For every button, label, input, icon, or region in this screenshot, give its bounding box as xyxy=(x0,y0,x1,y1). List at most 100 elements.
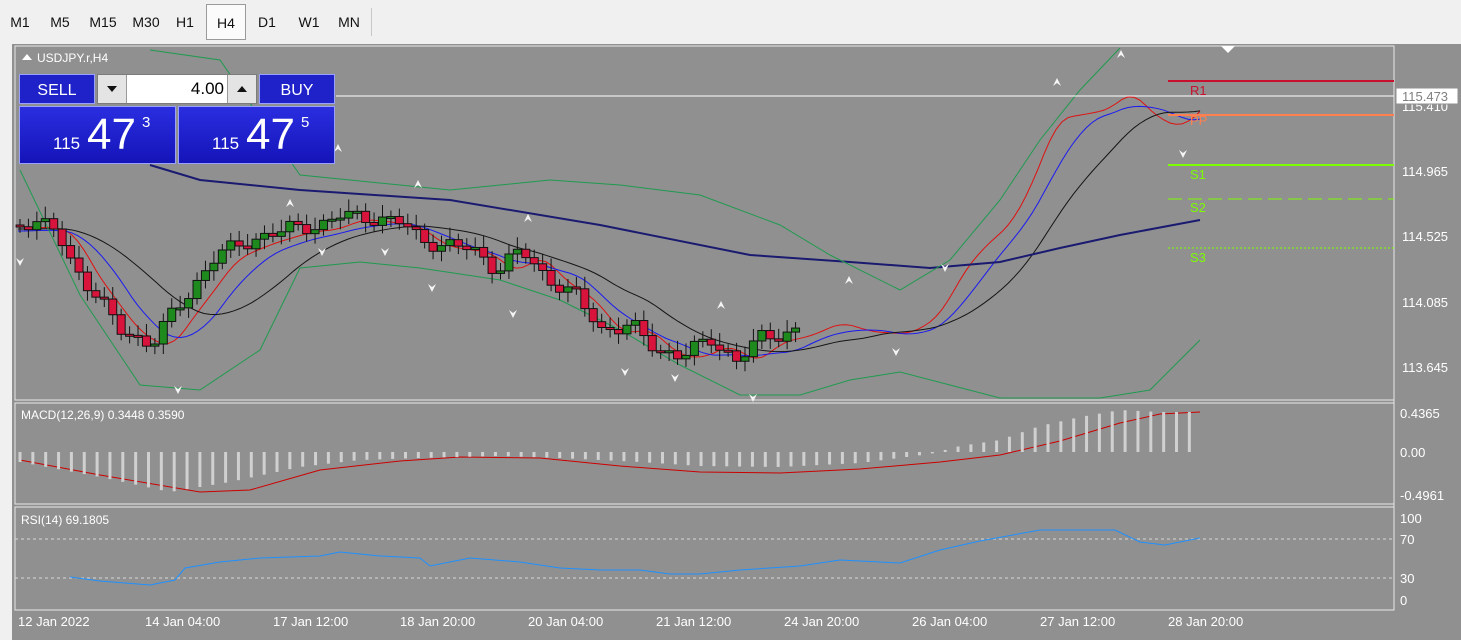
sell-price-fraction: 3 xyxy=(142,114,151,131)
bull-candle xyxy=(276,231,286,237)
bear-candle xyxy=(293,220,303,226)
bear-candle xyxy=(723,349,733,353)
pivot-lines xyxy=(1168,80,1394,249)
bear-candle xyxy=(597,321,607,329)
quantity-stepper[interactable] xyxy=(97,74,257,104)
fractal-down-icon xyxy=(16,258,24,266)
bear-candle xyxy=(715,344,725,351)
one-click-trading-panel: SELL BUY 115 47 3 115 47 5 xyxy=(19,74,335,164)
rsi-tick: 0 xyxy=(1400,593,1407,608)
rsi-tick: 100 xyxy=(1400,511,1422,526)
bear-candle xyxy=(411,226,421,231)
bull-candle xyxy=(377,216,387,226)
bear-candle xyxy=(614,329,624,335)
fractal-up-icon xyxy=(1117,50,1125,58)
buy-button[interactable]: BUY xyxy=(259,74,335,104)
bull-candle xyxy=(327,218,337,222)
fractal-down-icon xyxy=(428,284,436,292)
bull-candle xyxy=(622,324,632,335)
bull-candle xyxy=(757,330,767,342)
time-tick: 20 Jan 04:00 xyxy=(528,614,603,629)
macd-tick: 0.00 xyxy=(1400,445,1425,460)
bear-candle xyxy=(57,228,67,247)
bear-candle xyxy=(462,245,472,251)
bear-candle xyxy=(91,290,101,298)
time-tick: 24 Jan 20:00 xyxy=(784,614,859,629)
rsi-line xyxy=(69,529,1201,586)
quantity-input[interactable] xyxy=(128,75,224,103)
fractal-down-icon xyxy=(941,264,949,272)
time-tick: 28 Jan 20:00 xyxy=(1168,614,1243,629)
bull-candle xyxy=(285,220,295,233)
time-tick: 17 Jan 12:00 xyxy=(273,614,348,629)
bull-candle xyxy=(175,307,185,311)
price-tick: 114.965 xyxy=(1402,164,1448,179)
bull-candle xyxy=(310,229,320,235)
bull-candle xyxy=(318,219,328,231)
bear-candle xyxy=(538,263,548,271)
bear-candle xyxy=(521,248,531,259)
bear-candle xyxy=(588,308,598,323)
bull-candle xyxy=(664,350,674,354)
bull-candle xyxy=(740,356,750,362)
bull-candle xyxy=(251,238,261,250)
fractal-up-icon xyxy=(1053,78,1061,86)
pivot-label-s1: S1 xyxy=(1190,167,1206,182)
fractal-up-icon xyxy=(845,276,853,284)
bear-candle xyxy=(403,223,413,228)
bear-candle xyxy=(420,229,430,243)
ma-long-line xyxy=(149,164,1201,270)
bear-candle xyxy=(369,221,379,226)
bear-candle xyxy=(673,350,683,360)
bear-candle xyxy=(66,245,76,259)
bull-candle xyxy=(32,221,42,231)
bull-candle xyxy=(40,218,50,223)
bull-candle xyxy=(150,343,160,347)
bull-candle xyxy=(335,217,345,221)
fractal-up-icon xyxy=(717,301,725,309)
bull-candle xyxy=(167,307,177,322)
bear-candle xyxy=(74,257,84,273)
bear-candle xyxy=(765,330,775,340)
qty-increase-button[interactable] xyxy=(227,75,256,103)
bear-candle xyxy=(732,350,742,362)
price-tick: 114.085 xyxy=(1402,295,1448,310)
fractal-down-icon xyxy=(174,386,182,394)
macd-label: MACD(12,26,9) 0.3448 0.3590 xyxy=(21,408,185,422)
bull-candle xyxy=(563,286,573,293)
triangle-down-icon[interactable] xyxy=(1221,46,1235,53)
pivot-label-s3: S3 xyxy=(1190,250,1206,265)
bear-candle xyxy=(116,314,126,335)
candles xyxy=(15,199,801,372)
sell-button[interactable]: SELL xyxy=(19,74,95,104)
bull-candle xyxy=(782,331,792,342)
price-tick: 114.525 xyxy=(1402,229,1448,244)
bull-candle xyxy=(344,210,354,219)
bear-candle xyxy=(453,239,463,247)
bull-candle xyxy=(386,216,396,220)
sell-price-box[interactable]: 115 47 3 xyxy=(19,106,176,164)
rsi-frame xyxy=(14,506,1395,611)
bear-candle xyxy=(15,224,25,228)
bull-candle xyxy=(630,320,640,326)
bull-candle xyxy=(352,210,362,214)
bear-candle xyxy=(361,210,371,223)
macd-plot xyxy=(18,410,1191,492)
bull-candle xyxy=(791,327,801,333)
rsi-tick: 70 xyxy=(1400,532,1414,547)
caret-down-icon xyxy=(107,86,117,92)
bear-candle xyxy=(302,224,312,235)
caret-up-icon xyxy=(237,86,247,92)
bear-candle xyxy=(49,218,59,230)
macd-tick: 0.4365 xyxy=(1400,406,1440,421)
fractal-down-icon xyxy=(381,248,389,256)
fractal-down-icon xyxy=(509,310,517,318)
buy-price-box[interactable]: 115 47 5 xyxy=(178,106,335,164)
macd-tick: -0.4961 xyxy=(1400,488,1444,503)
bear-candle xyxy=(108,298,118,316)
qty-decrease-button[interactable] xyxy=(98,75,127,103)
rsi-tick: 30 xyxy=(1400,571,1414,586)
bear-candle xyxy=(82,271,92,292)
triangle-up-icon[interactable] xyxy=(22,54,32,60)
bull-candle xyxy=(689,340,699,356)
